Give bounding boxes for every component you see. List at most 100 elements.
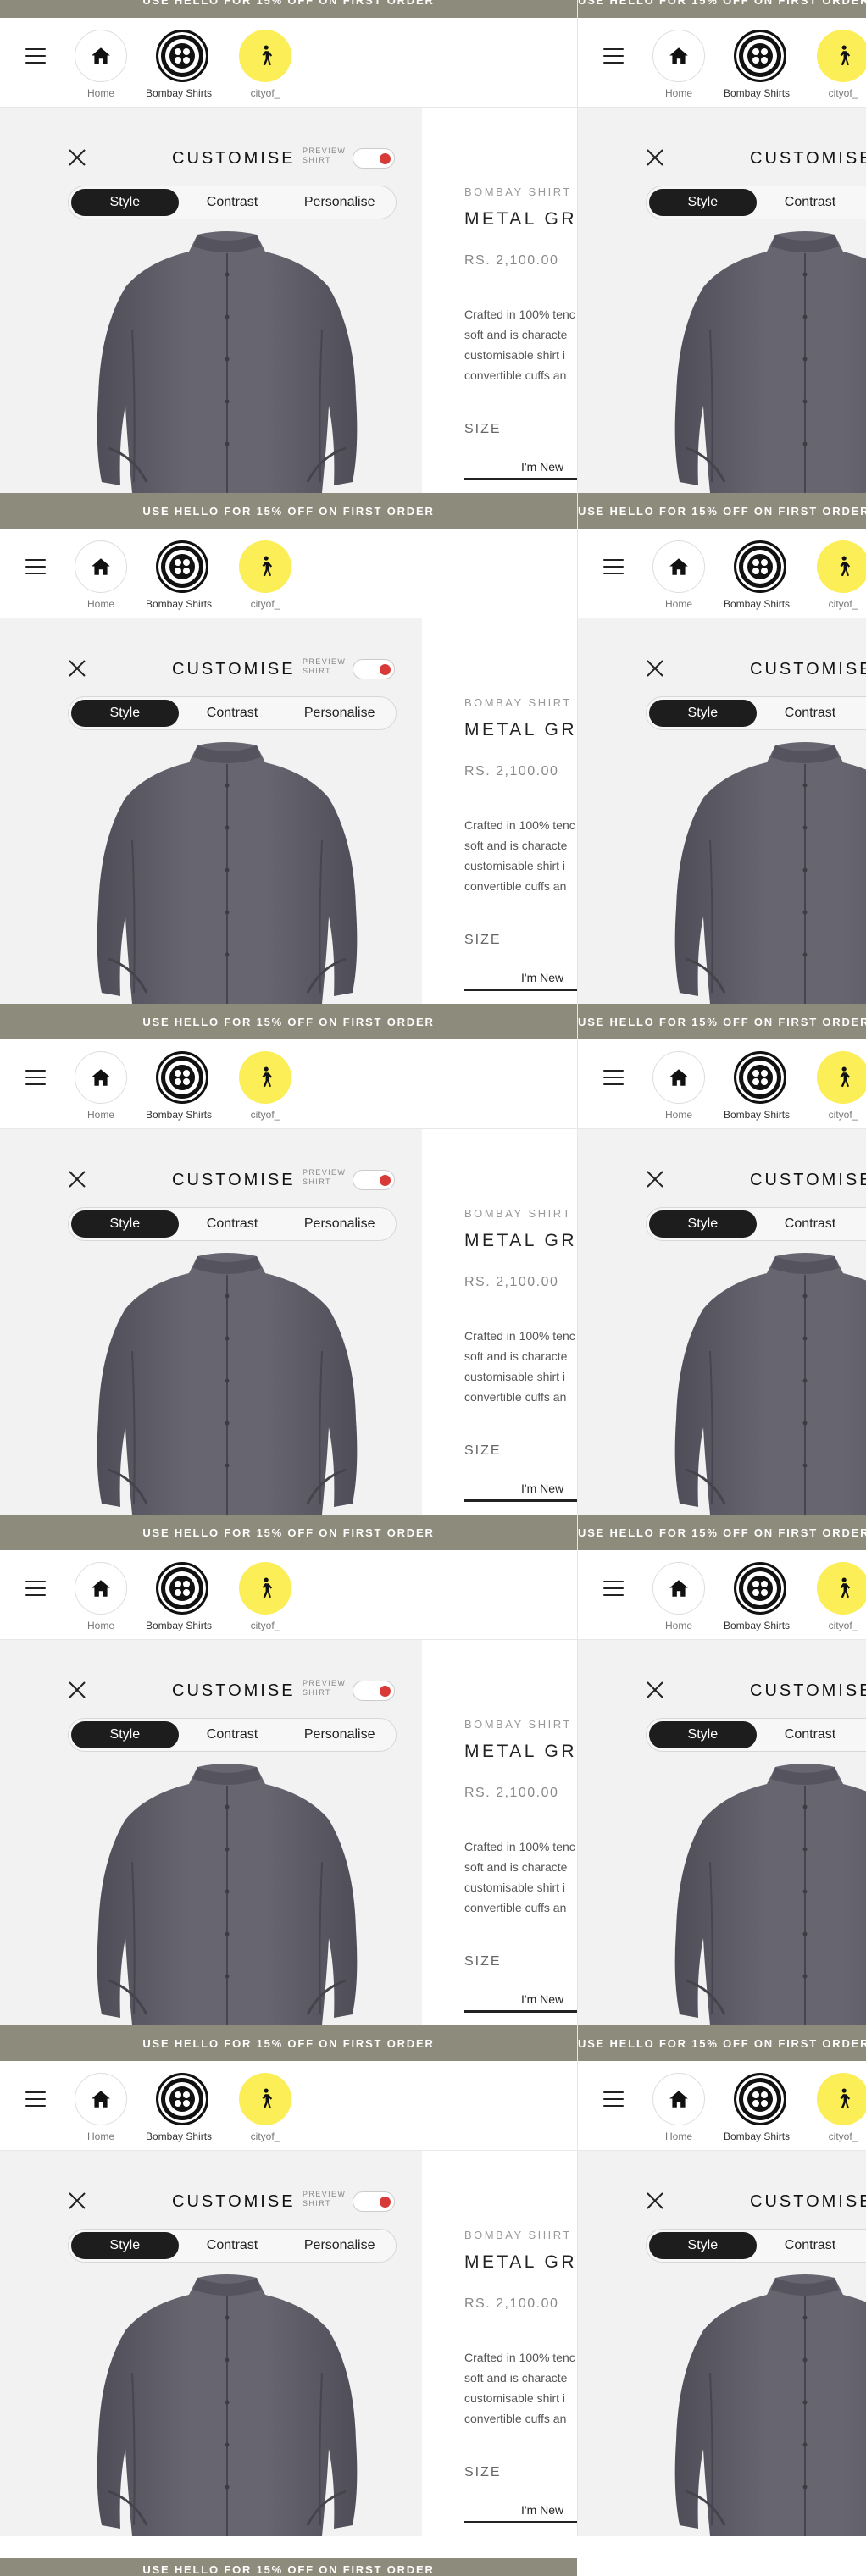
nav-cityof[interactable]: cityof_ bbox=[817, 1051, 866, 1121]
close-icon[interactable] bbox=[646, 1681, 664, 1699]
close-icon[interactable] bbox=[68, 148, 86, 167]
promo-banner[interactable]: USE HELLO FOR 15% OFF ON FIRST ORDER bbox=[578, 1004, 866, 1039]
promo-banner[interactable]: USE HELLO FOR 15% OFF ON FIRST ORDER bbox=[578, 2025, 866, 2061]
hamburger-menu-icon[interactable] bbox=[603, 2091, 624, 2107]
tab-contrast[interactable]: Contrast bbox=[757, 2232, 864, 2259]
hamburger-menu-icon[interactable] bbox=[603, 1070, 624, 1085]
preview-shirt-toggle[interactable] bbox=[353, 659, 395, 679]
nav-bombay-shirts[interactable]: Bombay Shirts bbox=[146, 30, 212, 99]
tab-contrast[interactable]: Contrast bbox=[757, 1721, 864, 1748]
close-icon[interactable] bbox=[68, 659, 86, 678]
nav-cityof[interactable]: cityof_ bbox=[239, 30, 291, 99]
nav-home[interactable]: Home bbox=[75, 540, 127, 610]
promo-banner[interactable]: USE HELLO FOR 15% OFF ON FIRST ORDER bbox=[578, 1515, 866, 1550]
tab-contrast[interactable]: Contrast bbox=[179, 1210, 286, 1238]
tab-style[interactable]: Style bbox=[71, 1210, 179, 1238]
nav-bombay-shirts[interactable]: Bombay Shirts bbox=[724, 30, 790, 99]
preview-shirt-toggle[interactable] bbox=[353, 148, 395, 169]
nav-cityof[interactable]: cityof_ bbox=[239, 540, 291, 610]
hamburger-menu-icon[interactable] bbox=[603, 559, 624, 574]
nav-home[interactable]: Home bbox=[75, 1562, 127, 1631]
nav-cityof[interactable]: cityof_ bbox=[817, 1562, 866, 1631]
nav-home[interactable]: Home bbox=[75, 2073, 127, 2142]
size-option-new[interactable]: I'm New bbox=[464, 1987, 577, 2013]
promo-banner[interactable]: USE HELLO FOR 15% OFF ON FIRST ORDER bbox=[578, 493, 866, 529]
tab-contrast[interactable]: Contrast bbox=[757, 189, 864, 216]
close-icon[interactable] bbox=[646, 1170, 664, 1188]
tab-contrast[interactable]: Contrast bbox=[179, 2232, 286, 2259]
close-icon[interactable] bbox=[646, 2191, 664, 2210]
top-navbar: Home Bombay Shirts cityof_ bbox=[0, 2061, 577, 2151]
close-icon[interactable] bbox=[646, 148, 664, 167]
nav-home[interactable]: Home bbox=[652, 1562, 705, 1631]
close-icon[interactable] bbox=[68, 1681, 86, 1699]
tab-contrast[interactable]: Contrast bbox=[179, 1721, 286, 1748]
tab-style[interactable]: Style bbox=[71, 1721, 179, 1748]
preview-shirt-toggle[interactable] bbox=[353, 1170, 395, 1190]
nav-bombay-shirts[interactable]: Bombay Shirts bbox=[146, 540, 212, 610]
nav-cityof[interactable]: cityof_ bbox=[817, 540, 866, 610]
promo-banner[interactable]: USE HELLO FOR 15% OFF ON FIRST ORDER bbox=[0, 2025, 577, 2061]
size-option-new[interactable]: I'm New bbox=[464, 2498, 577, 2523]
size-option-new[interactable]: I'm New bbox=[464, 966, 577, 991]
nav-bombay-shirts[interactable]: Bombay Shirts bbox=[146, 1562, 212, 1631]
tab-style[interactable]: Style bbox=[649, 2232, 757, 2259]
tab-style[interactable]: Style bbox=[649, 1721, 757, 1748]
tab-contrast[interactable]: Contrast bbox=[179, 700, 286, 727]
tab-style[interactable]: Style bbox=[71, 189, 179, 216]
hamburger-menu-icon[interactable] bbox=[25, 559, 46, 574]
nav-cityof[interactable]: cityof_ bbox=[817, 30, 866, 99]
button-logo-icon bbox=[156, 540, 209, 593]
tab-personalise[interactable]: Personalise bbox=[286, 1210, 393, 1238]
nav-cityof[interactable]: cityof_ bbox=[239, 2073, 291, 2142]
nav-cityof[interactable]: cityof_ bbox=[239, 1051, 291, 1121]
hamburger-menu-icon[interactable] bbox=[603, 1581, 624, 1596]
promo-banner[interactable]: USE HELLO FOR 15% OFF ON FIRST ORDER bbox=[0, 2558, 577, 2576]
hamburger-menu-icon[interactable] bbox=[25, 2091, 46, 2107]
tab-personalise[interactable]: Personalise bbox=[286, 189, 393, 216]
size-option-new[interactable]: I'm New bbox=[464, 1476, 577, 1502]
promo-banner[interactable]: USE HELLO FOR 15% OFF ON FIRST ORDER bbox=[578, 0, 866, 18]
size-option-new[interactable]: I'm New bbox=[464, 455, 577, 480]
tab-style[interactable]: Style bbox=[71, 700, 179, 727]
tab-personalise[interactable]: Personalise bbox=[286, 700, 393, 727]
close-icon[interactable] bbox=[68, 1170, 86, 1188]
button-logo-icon bbox=[734, 2073, 787, 2125]
tab-contrast[interactable]: Contrast bbox=[179, 189, 286, 216]
tab-style[interactable]: Style bbox=[649, 189, 757, 216]
promo-banner[interactable]: USE HELLO FOR 15% OFF ON FIRST ORDER bbox=[0, 1004, 577, 1039]
hamburger-menu-icon[interactable] bbox=[25, 1070, 46, 1085]
tab-contrast[interactable]: Contrast bbox=[757, 700, 864, 727]
tab-style[interactable]: Style bbox=[71, 2232, 179, 2259]
hamburger-menu-icon[interactable] bbox=[603, 48, 624, 64]
nav-home[interactable]: Home bbox=[652, 30, 705, 99]
nav-bombay-shirts[interactable]: Bombay Shirts bbox=[146, 1051, 212, 1121]
tab-style[interactable]: Style bbox=[649, 700, 757, 727]
tab-personalise[interactable]: Personalise bbox=[286, 2232, 393, 2259]
nav-home[interactable]: Home bbox=[75, 30, 127, 99]
preview-shirt-toggle[interactable] bbox=[353, 1681, 395, 1701]
nav-home[interactable]: Home bbox=[75, 1051, 127, 1121]
nav-bombay-shirts[interactable]: Bombay Shirts bbox=[724, 1562, 790, 1631]
tab-contrast[interactable]: Contrast bbox=[757, 1210, 864, 1238]
nav-bombay-shirts[interactable]: Bombay Shirts bbox=[724, 1051, 790, 1121]
nav-home[interactable]: Home bbox=[652, 1051, 705, 1121]
nav-cityof[interactable]: cityof_ bbox=[239, 1562, 291, 1631]
nav-cityof[interactable]: cityof_ bbox=[817, 2073, 866, 2142]
nav-bombay-shirts[interactable]: Bombay Shirts bbox=[146, 2073, 212, 2142]
home-icon bbox=[75, 2073, 127, 2125]
close-icon[interactable] bbox=[68, 2191, 86, 2210]
nav-home[interactable]: Home bbox=[652, 2073, 705, 2142]
nav-bombay-shirts[interactable]: Bombay Shirts bbox=[724, 540, 790, 610]
tab-style[interactable]: Style bbox=[649, 1210, 757, 1238]
promo-banner[interactable]: USE HELLO FOR 15% OFF ON FIRST ORDER bbox=[0, 0, 577, 18]
promo-banner[interactable]: USE HELLO FOR 15% OFF ON FIRST ORDER bbox=[0, 1515, 577, 1550]
nav-home[interactable]: Home bbox=[652, 540, 705, 610]
hamburger-menu-icon[interactable] bbox=[25, 1581, 46, 1596]
promo-banner[interactable]: USE HELLO FOR 15% OFF ON FIRST ORDER bbox=[0, 493, 577, 529]
preview-shirt-toggle[interactable] bbox=[353, 2191, 395, 2212]
nav-bombay-shirts[interactable]: Bombay Shirts bbox=[724, 2073, 790, 2142]
close-icon[interactable] bbox=[646, 659, 664, 678]
hamburger-menu-icon[interactable] bbox=[25, 48, 46, 64]
tab-personalise[interactable]: Personalise bbox=[286, 1721, 393, 1748]
